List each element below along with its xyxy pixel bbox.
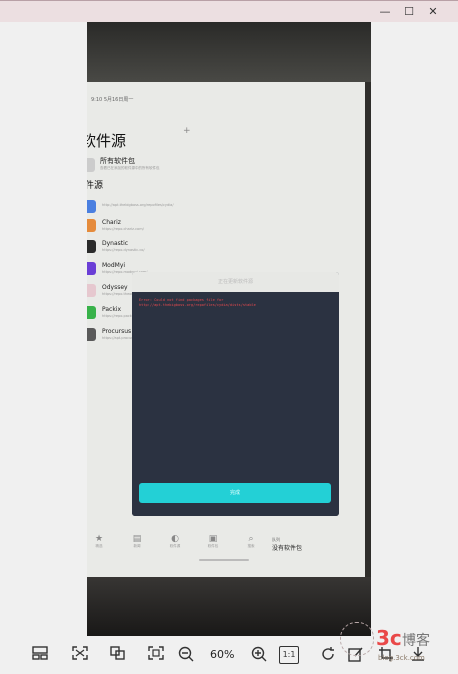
source-url: http://apt.thebigboss.org/repofiles/cydi… [102,203,174,207]
source-icon [87,200,96,213]
refresh-dialog: 正在更新软件源 Error: Could not find packages f… [132,272,339,516]
source-row[interactable]: Chariz https://repo.chariz.com/ [87,219,237,237]
watermark-url: blog.3ck.com [378,654,425,662]
source-name: Packix [102,306,122,313]
source-name: Procursus [102,328,132,335]
package-icon [87,158,95,172]
add-source-button[interactable]: + [183,126,191,136]
home-indicator [199,559,249,561]
source-url: https://repo.dynastic.co/ [102,248,145,252]
error-message: Error: Could not find packages file for … [139,298,256,307]
tab-label: 软件包 [207,544,219,548]
page-title: 软件源 [87,132,127,150]
done-button[interactable]: 完成 [139,483,331,503]
sources-icon: ◐ [171,534,179,544]
compare-icon[interactable] [108,646,128,664]
tab-sources[interactable]: ◐ 软件源 [163,534,187,549]
all-packages-title: 所有软件包 [100,157,135,165]
status-bar: 9:10 5月16日周一 [91,97,134,103]
watermark-text: 博客 [402,633,430,649]
zoom-level: 60% [210,648,235,661]
close-button[interactable]: ✕ [424,4,442,20]
search-icon: ⌕ [248,534,254,544]
packages-icon: ▣ [208,534,218,544]
dialog-title: 正在更新软件源 [132,272,339,292]
tab-label: 精选 [95,544,103,548]
dialog-console: Error: Could not find packages file for … [132,292,339,516]
photo-background-bottom [87,572,371,636]
tab-label: 软件源 [169,544,181,548]
watermark-brand: 3c [376,626,402,650]
source-icon [87,219,96,232]
source-name: Chariz [102,219,121,226]
source-icon [87,306,96,319]
tab-featured[interactable]: ★ 精选 [87,534,111,549]
source-name: ModMyi [102,262,126,269]
queue-value: 没有软件包 [272,545,303,552]
photo: 9:10 5月16日周一 + 软件源 所有软件包 查看已在添加的软件源中的所有软… [87,22,371,636]
photo-background-top [87,22,371,84]
image-viewer: 9:10 5月16日周一 + 软件源 所有软件包 查看已在添加的软件源中的所有软… [0,22,458,636]
news-icon: ▤ [132,534,142,544]
watermark: 3c 博客 blog.3ck.com [340,622,458,674]
source-icon [87,328,96,341]
zoom-in-icon[interactable] [249,646,269,664]
fullscreen-icon[interactable] [146,646,166,664]
source-url: https://repo.chariz.com/ [102,227,144,231]
source-icon [87,284,96,297]
source-icon [87,262,96,275]
source-name: Odyssey [102,284,128,291]
tab-news[interactable]: ▤ 新闻 [125,534,149,549]
tab-bar: ★ 精选 ▤ 新闻 ◐ 软件源 ▣ 软件包 ⌕ 搜索 队列 没有软件包 [87,534,365,577]
tab-packages[interactable]: ▣ 软件包 [201,534,225,549]
star-icon: ★ [94,534,104,544]
tab-label: 搜索 [247,544,255,548]
source-row[interactable]: http://apt.thebigboss.org/repofiles/cydi… [87,200,237,218]
source-icon [87,240,96,253]
window-titlebar: — ☐ ✕ [0,0,458,22]
tab-search[interactable]: ⌕ 搜索 [239,534,263,549]
watermark-logo-icon [340,622,374,656]
source-row[interactable]: Dynastic https://repo.dynastic.co/ [87,240,237,258]
sources-heading: 件源 [87,181,104,191]
tab-label: 新闻 [133,544,141,548]
ipad-screen: 9:10 5月16日周一 + 软件源 所有软件包 查看已在添加的软件源中的所有软… [87,82,371,577]
all-packages-subtitle: 查看已在添加的软件源中的所有软件包 [100,166,160,170]
minimize-button[interactable]: — [376,4,394,20]
zoom-out-icon[interactable] [176,646,196,664]
all-packages-row[interactable]: 所有软件包 查看已在添加的软件源中的所有软件包 [87,156,227,176]
layout-icon[interactable] [30,646,50,664]
actual-size-button[interactable]: 1:1 [279,646,299,664]
maximize-button[interactable]: ☐ [400,4,418,20]
fit-to-window-icon[interactable] [70,646,90,664]
rotate-icon[interactable] [318,646,338,664]
queue-status[interactable]: 队列 没有软件包 [272,537,302,552]
source-name: Dynastic [102,240,129,247]
